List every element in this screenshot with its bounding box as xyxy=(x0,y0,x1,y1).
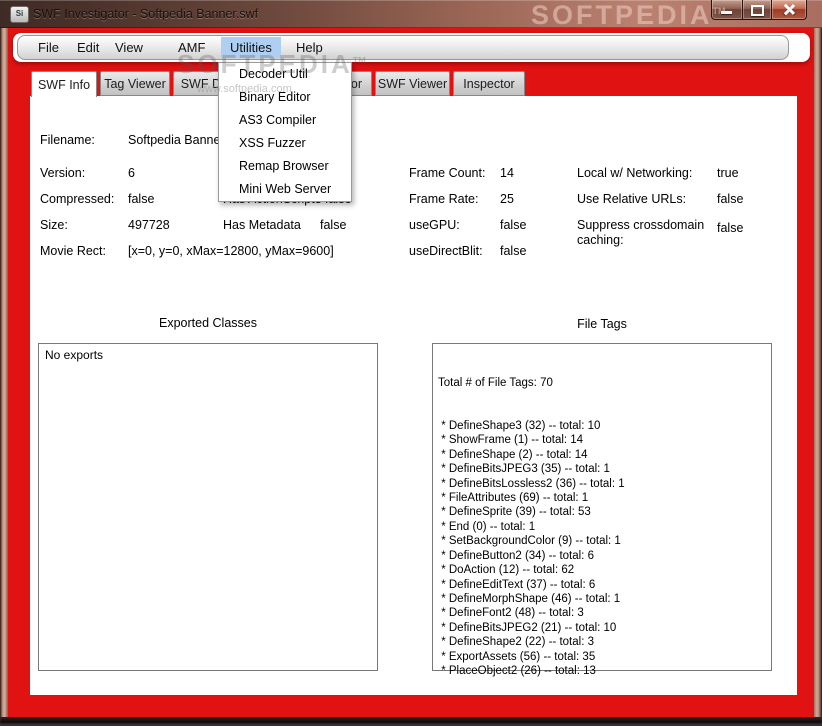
close-icon xyxy=(783,4,794,15)
file-tag-entry: * DefineShape2 (22) -- total: 3 xyxy=(438,636,594,649)
file-tag-entry: * SetBackgroundColor (9) -- total: 1 xyxy=(438,535,621,548)
titlebar[interactable]: Si SWF Investigator - Softpedia Banner.s… xyxy=(0,0,822,30)
file-tag-entry: * DefineBitsJPEG3 (35) -- total: 1 xyxy=(438,463,610,476)
menu-item-mini-web-server[interactable]: Mini Web Server xyxy=(219,178,351,201)
file-tags-list: Total # of File Tags: 70 * DefineShape3 … xyxy=(438,347,625,678)
app-window: Si SWF Investigator - Softpedia Banner.s… xyxy=(0,0,822,726)
file-tag-entry: * DefineEditText (37) -- total: 6 xyxy=(438,578,596,591)
window-frame-right xyxy=(813,28,822,717)
local-networking-label: Local w/ Networking: xyxy=(577,166,693,180)
has-metadata-value: false xyxy=(320,218,347,232)
menu-item-xss-fuzzer[interactable]: XSS Fuzzer xyxy=(219,132,351,155)
tab-tag-viewer[interactable]: Tag Viewer xyxy=(100,71,170,96)
movie-rect-value: [x=0, y=0, xMax=12800, yMax=9600] xyxy=(128,244,334,258)
menu-item-decoder-util[interactable]: Decoder Util xyxy=(219,63,351,86)
file-tag-entry: * DefineFont2 (48) -- total: 3 xyxy=(438,607,584,620)
version-value: 6 xyxy=(128,166,135,180)
file-tag-entry: * ExportAssets (56) -- total: 35 xyxy=(438,650,596,663)
version-label: Version: xyxy=(40,166,86,180)
local-networking-value: true xyxy=(717,166,739,180)
has-metadata-label: Has Metadata xyxy=(223,218,301,232)
tab-swf-info[interactable]: SWF Info xyxy=(31,71,97,97)
maximize-icon xyxy=(751,5,764,16)
softpedia-watermark-titlebar: SOFTPEDIATM xyxy=(531,0,726,30)
file-tag-entry: * DefineShape (2) -- total: 14 xyxy=(438,448,588,461)
use-direct-blit-label: useDirectBlit: xyxy=(409,244,483,258)
exported-classes-box[interactable]: No exports xyxy=(38,343,378,671)
maximize-button[interactable] xyxy=(743,0,771,20)
compressed-value: false xyxy=(128,192,155,206)
window-controls xyxy=(711,0,807,20)
filename-label: Filename: xyxy=(40,133,95,147)
menu-item-binary-editor[interactable]: Binary Editor xyxy=(219,86,351,109)
file-tag-entry: * FileAttributes (69) -- total: 1 xyxy=(438,492,589,505)
menu-help[interactable]: Help xyxy=(287,37,332,58)
menu-amf[interactable]: AMF xyxy=(169,37,214,58)
menu-item-remap-browser[interactable]: Remap Browser xyxy=(219,155,351,178)
relative-urls-value: false xyxy=(717,192,744,206)
file-tag-entry: * DefineShape3 (32) -- total: 10 xyxy=(438,420,601,433)
file-tags-box[interactable]: Total # of File Tags: 70 * DefineShape3 … xyxy=(432,343,772,677)
file-tags-total: Total # of File Tags: 70 xyxy=(438,376,553,389)
exported-classes-content: No exports xyxy=(45,348,104,362)
frame-rate-value: 25 xyxy=(500,192,514,206)
menu-file[interactable]: File xyxy=(29,37,68,58)
window-title: SWF Investigator - Softpedia Banner.swf xyxy=(33,7,259,21)
use-gpu-label: useGPU: xyxy=(409,218,460,232)
exported-classes-header: Exported Classes xyxy=(159,316,257,330)
use-gpu-value: false xyxy=(500,218,527,232)
menu-edit[interactable]: Edit xyxy=(68,37,108,58)
file-tags-header: File Tags xyxy=(577,317,627,331)
compressed-label: Compressed: xyxy=(40,192,115,206)
file-tag-entry: * DefineBitsLossless2 (36) -- total: 1 xyxy=(438,477,625,490)
size-value: 497728 xyxy=(128,218,170,232)
utilities-menu: Decoder Util Binary Editor AS3 Compiler XSS… xyxy=(218,62,352,202)
file-tag-entry: * PlaceObject2 (26) -- total: 13 xyxy=(438,664,596,677)
tab-inspector[interactable]: Inspector xyxy=(453,71,525,96)
use-direct-blit-value: false xyxy=(500,244,527,258)
frame-rate-label: Frame Rate: xyxy=(409,192,479,206)
minimize-icon xyxy=(721,11,732,14)
file-tag-entry: * ShowFrame (1) -- total: 14 xyxy=(438,434,584,447)
file-tag-entry: * DefineMorphShape (46) -- total: 1 xyxy=(438,592,621,605)
window-frame-left xyxy=(0,28,8,717)
relative-urls-label: Use Relative URLs: xyxy=(577,192,687,206)
file-tag-entry: * DefineSprite (39) -- total: 53 xyxy=(438,506,591,519)
frame-count-label: Frame Count: xyxy=(409,166,486,180)
size-label: Size: xyxy=(40,218,68,232)
close-button[interactable] xyxy=(771,0,807,20)
frame-count-value: 14 xyxy=(500,166,514,180)
menu-utilities[interactable]: Utilities xyxy=(221,37,281,58)
file-tag-entry: * DoAction (12) -- total: 62 xyxy=(438,564,575,577)
movie-rect-label: Movie Rect: xyxy=(40,244,106,258)
file-tag-entry: * DefineButton2 (34) -- total: 6 xyxy=(438,549,594,562)
file-tag-entry: * DefineBitsJPEG2 (21) -- total: 10 xyxy=(438,621,617,634)
tab-swf-viewer[interactable]: SWF Viewer xyxy=(375,71,450,96)
suppress-caching-label: Suppress crossdomain caching: xyxy=(577,218,705,247)
window-frame-bottom xyxy=(0,717,822,726)
app-icon: Si xyxy=(10,6,29,23)
suppress-caching-value: false xyxy=(717,221,744,235)
minimize-button[interactable] xyxy=(711,0,743,20)
menu-item-as3-compiler[interactable]: AS3 Compiler xyxy=(219,109,351,132)
file-tag-entry: * End (0) -- total: 1 xyxy=(438,520,536,533)
menu-view[interactable]: View xyxy=(106,37,152,58)
